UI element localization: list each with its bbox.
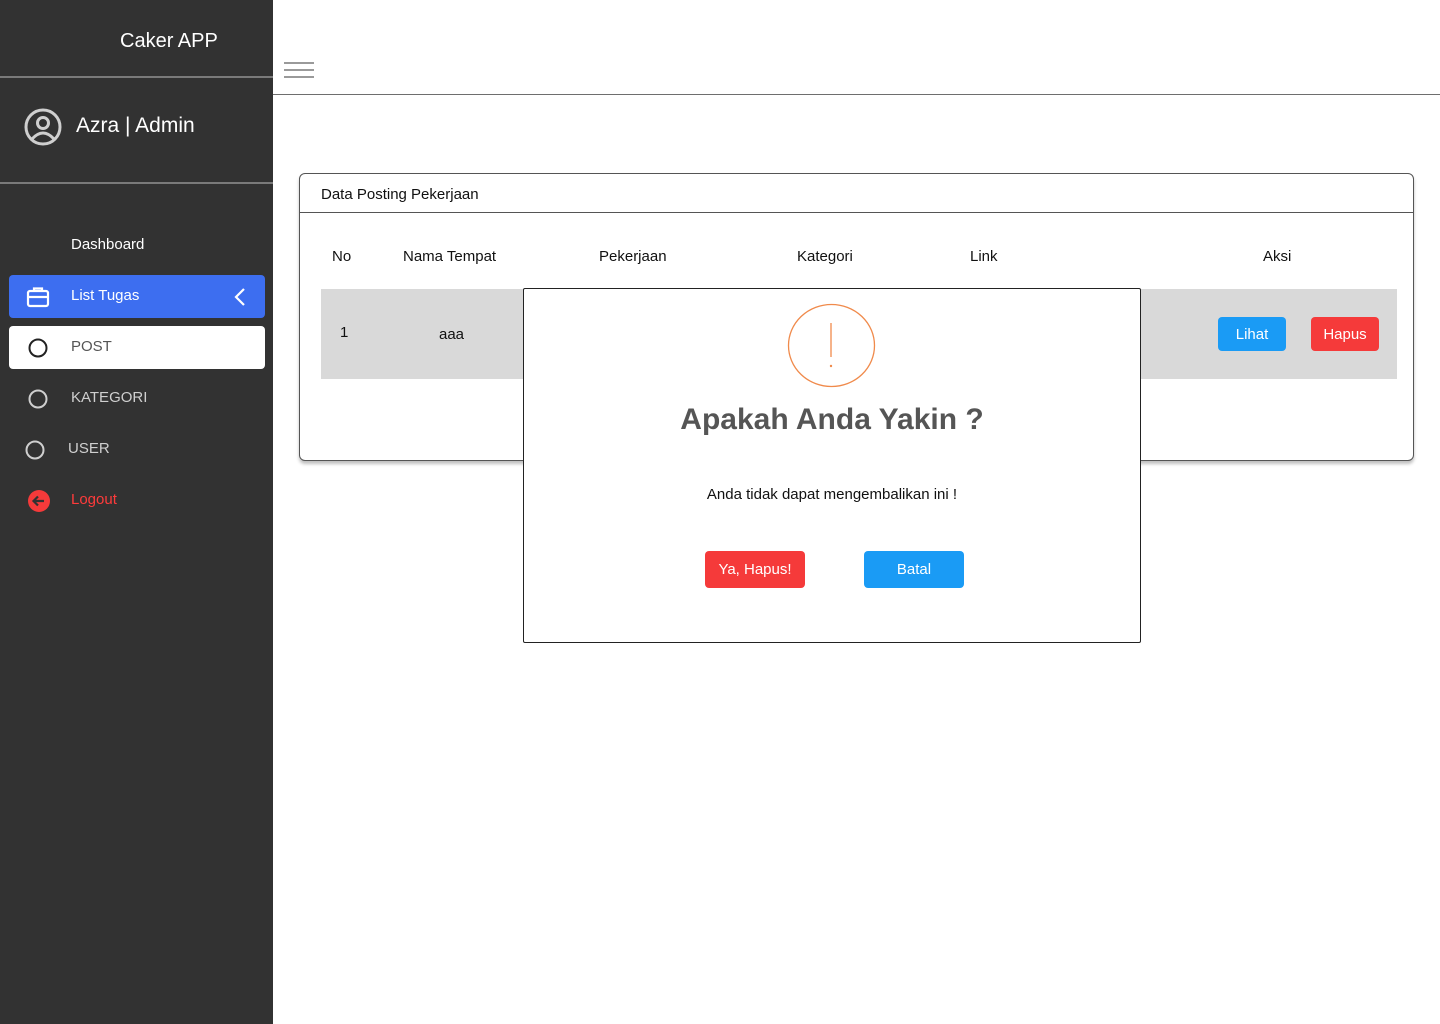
- column-header-link: Link: [970, 248, 998, 265]
- warning-icon: [787, 303, 876, 388]
- brand: Caker APP: [0, 0, 273, 78]
- chevron-left-icon[interactable]: [233, 287, 247, 307]
- delete-button[interactable]: Hapus: [1311, 317, 1379, 351]
- column-header-pekerjaan: Pekerjaan: [599, 248, 667, 265]
- dialog-message: Anda tidak dapat mengembalikan ini !: [706, 486, 958, 503]
- sidebar-item-kategori[interactable]: KATEGORI: [9, 377, 265, 420]
- menu-icon[interactable]: [284, 62, 314, 82]
- sidebar-item-label: List Tugas: [71, 287, 140, 304]
- sidebar-item-label: KATEGORI: [71, 389, 148, 406]
- sidebar-item-dashboard[interactable]: Dashboard: [9, 224, 265, 267]
- sidebar-item-label: POST: [71, 338, 112, 355]
- column-header-aksi: Aksi: [1263, 248, 1292, 265]
- confirm-dialog: Apakah Anda Yakin ? Anda tidak dapat men…: [523, 288, 1141, 643]
- cell-nama-tempat: aaa: [439, 326, 465, 343]
- sidebar-item-post[interactable]: POST: [9, 326, 265, 369]
- sidebar: Caker APP Azra | Admin Dashboard List Tu…: [0, 0, 273, 1024]
- sidebar-item-label: Logout: [71, 491, 117, 508]
- arrow-left-circle-icon: [28, 490, 50, 512]
- dialog-title: Apakah Anda Yakin ?: [680, 403, 984, 436]
- profile: Azra | Admin: [0, 80, 273, 184]
- profile-name: Azra | Admin: [76, 114, 195, 137]
- card-title: Data Posting Pekerjaan: [321, 186, 479, 203]
- sidebar-item-list-tugas[interactable]: List Tugas: [9, 275, 265, 318]
- app-title: Caker APP: [120, 30, 218, 52]
- column-header-kategori: Kategori: [797, 248, 853, 265]
- topbar: [273, 0, 1440, 95]
- cell-no: 1: [340, 324, 349, 341]
- column-header-nama-tempat: Nama Tempat: [403, 248, 497, 265]
- sidebar-item-label: Dashboard: [71, 236, 145, 253]
- sidebar-item-label: USER: [68, 440, 110, 457]
- card-header: Data Posting Pekerjaan: [300, 174, 1413, 213]
- sidebar-item-logout[interactable]: Logout: [9, 479, 265, 522]
- circle-icon: [28, 389, 48, 409]
- view-button[interactable]: Lihat: [1218, 317, 1286, 351]
- cancel-button[interactable]: Batal: [864, 551, 964, 588]
- user-circle-icon: [24, 108, 62, 146]
- circle-icon: [25, 440, 45, 460]
- sidebar-item-user[interactable]: USER: [9, 428, 265, 471]
- briefcase-icon: [26, 287, 50, 308]
- column-header-no: No: [332, 248, 352, 265]
- confirm-delete-button[interactable]: Ya, Hapus!: [705, 551, 805, 588]
- circle-icon: [28, 338, 48, 358]
